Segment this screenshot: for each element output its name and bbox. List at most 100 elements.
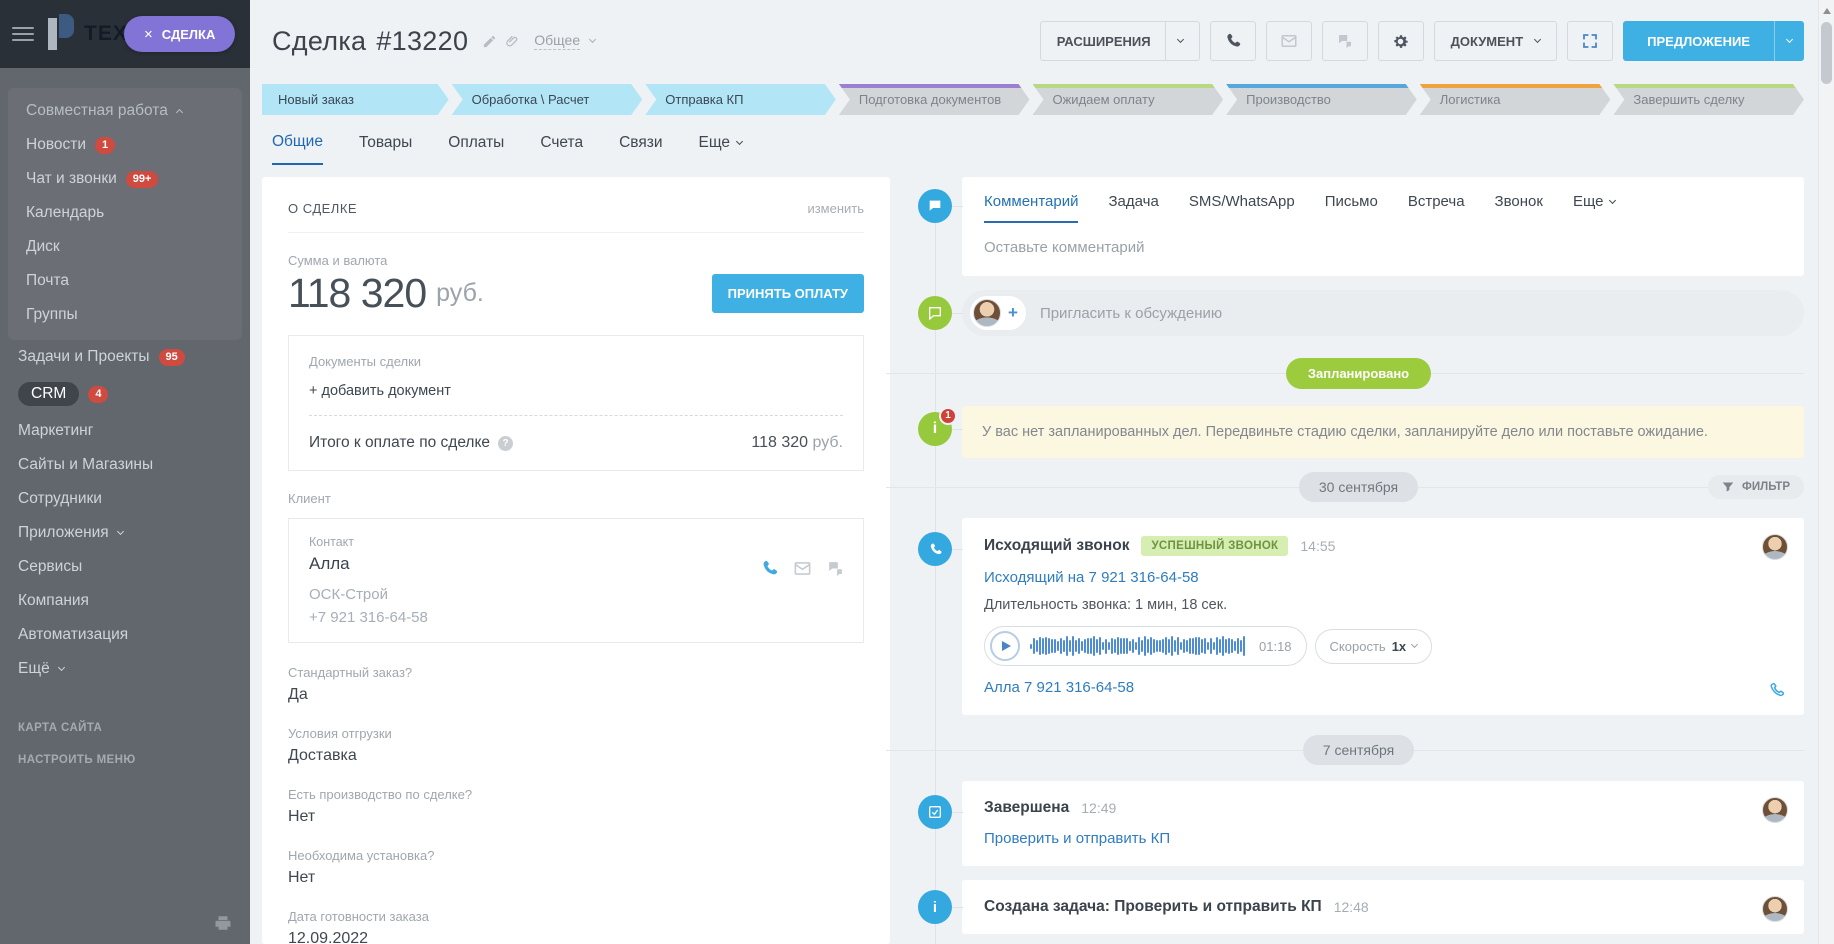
planned-pill[interactable]: Запланировано: [1286, 358, 1431, 389]
deal-tab-chip[interactable]: × СДЕЛКА: [124, 16, 235, 52]
tab-label: Звонок: [1495, 193, 1543, 210]
tab-comment[interactable]: Комментарий: [984, 193, 1078, 223]
phone-icon[interactable]: [760, 559, 779, 578]
sidebar-item-label: Автоматизация: [18, 626, 128, 644]
close-icon[interactable]: ×: [144, 26, 153, 43]
stage-new-order[interactable]: Новый заказ: [262, 84, 449, 115]
stage-production[interactable]: Производство: [1226, 84, 1417, 115]
call-button[interactable]: [1210, 21, 1256, 61]
tab-payments[interactable]: Оплаты: [448, 133, 504, 165]
call-contact-link[interactable]: Алла 7 921 316-64-58: [984, 679, 1134, 696]
sidebar-item-mail[interactable]: Почта: [8, 264, 242, 298]
extensions-dropdown[interactable]: [1165, 22, 1183, 60]
field-installation: Необходима установка? Нет: [288, 848, 864, 887]
paperclip-icon[interactable]: [505, 34, 520, 49]
sidebar-group-header[interactable]: Совместная работа: [8, 94, 242, 128]
tab-meeting[interactable]: Встреча: [1408, 193, 1465, 223]
sidebar-item-sites[interactable]: Сайты и Магазины: [0, 448, 250, 482]
sidebar-item-automation[interactable]: Автоматизация: [0, 618, 250, 652]
company-name[interactable]: ОСК-Строй: [309, 586, 843, 603]
deal-chip-label: СДЕЛКА: [162, 27, 216, 42]
playback-speed-control[interactable]: Скорость 1x: [1315, 629, 1433, 664]
stage-processing[interactable]: Обработка \ Расчет: [452, 84, 643, 115]
envelope-icon[interactable]: [793, 559, 812, 578]
settings-button[interactable]: [1378, 21, 1424, 61]
field-label: Стандартный заказ?: [288, 665, 864, 680]
field-value: 12.09.2022: [288, 930, 864, 944]
field-shipping-terms: Условия отгрузки Доставка: [288, 726, 864, 765]
stage-awaiting-payment[interactable]: Ожидаем оплату: [1033, 84, 1224, 115]
sitemap-link[interactable]: КАРТА САЙТА: [0, 712, 250, 744]
sidebar-item-employees[interactable]: Сотрудники: [0, 482, 250, 516]
avatar[interactable]: [1762, 896, 1788, 922]
avatar[interactable]: [973, 299, 1001, 327]
field-label: Условия отгрузки: [288, 726, 864, 741]
invite-to-discussion[interactable]: + Пригласить к обсуждению: [962, 290, 1804, 336]
sidebar-item-crm[interactable]: CRM4: [0, 374, 250, 414]
avatar[interactable]: [1762, 534, 1788, 560]
comment-input[interactable]: Оставьте комментарий: [984, 223, 1782, 276]
pipeline-scope-dropdown[interactable]: Общее: [534, 32, 580, 50]
stage-close-deal[interactable]: Завершить сделку: [1613, 84, 1804, 115]
chat-button[interactable]: [1322, 21, 1368, 61]
tab-more[interactable]: Еще: [698, 133, 742, 165]
sidebar-item-tasks[interactable]: Задачи и Проекты95: [0, 340, 250, 374]
document-label: ДОКУМЕНТ: [1451, 34, 1524, 49]
email-button[interactable]: [1266, 21, 1312, 61]
hamburger-menu-icon[interactable]: [12, 23, 34, 45]
call-outgoing-link[interactable]: Исходящий на 7 921 316-64-58: [984, 569, 1199, 586]
proposal-button[interactable]: ПРЕДЛОЖЕНИЕ: [1623, 21, 1804, 61]
sidebar-item-chat-calls[interactable]: Чат и звонки99+: [8, 162, 242, 196]
invite-avatar-chip[interactable]: +: [970, 296, 1026, 330]
sidebar-item-label: Приложения: [18, 524, 109, 542]
proposal-dropdown[interactable]: [1774, 21, 1804, 61]
task-link[interactable]: Проверить и отправить КП: [984, 830, 1170, 847]
sidebar-item-marketing[interactable]: Маркетинг: [0, 414, 250, 448]
chat-bubbles-icon[interactable]: [826, 559, 845, 578]
field-has-production: Есть производство по сделке? Нет: [288, 787, 864, 826]
printer-icon[interactable]: [214, 914, 232, 932]
fullscreen-button[interactable]: [1567, 21, 1613, 61]
deal-number: #13220: [376, 26, 468, 57]
tab-more[interactable]: Еще: [1573, 193, 1616, 223]
edit-pencil-icon[interactable]: [482, 34, 497, 49]
sidebar-item-news[interactable]: Новости1: [8, 128, 242, 162]
edit-link[interactable]: изменить: [807, 201, 864, 216]
tab-products[interactable]: Товары: [359, 133, 412, 165]
accept-payment-button[interactable]: ПРИНЯТЬ ОПЛАТУ: [712, 274, 864, 313]
tab-letter[interactable]: Письмо: [1325, 193, 1378, 223]
scrollbar[interactable]: [1818, 0, 1834, 944]
waveform[interactable]: [1030, 634, 1245, 658]
configure-menu-link[interactable]: НАСТРОИТЬ МЕНЮ: [0, 744, 250, 776]
document-button[interactable]: ДОКУМЕНТ: [1434, 21, 1558, 61]
sidebar-item-calendar[interactable]: Календарь: [8, 196, 242, 230]
tab-sms-whatsapp[interactable]: SMS/WhatsApp: [1189, 193, 1295, 223]
tab-links[interactable]: Связи: [619, 133, 662, 165]
tab-task[interactable]: Задача: [1108, 193, 1158, 223]
sidebar-item-more[interactable]: Ещё: [0, 652, 250, 686]
stage-docs[interactable]: Подготовка документов: [839, 84, 1030, 115]
extensions-button[interactable]: РАСШИРЕНИЯ: [1040, 21, 1200, 61]
tab-general[interactable]: Общие: [272, 133, 323, 165]
tab-call[interactable]: Звонок: [1495, 193, 1543, 223]
add-document-link[interactable]: + добавить документ: [309, 383, 843, 399]
sidebar-item-disk[interactable]: Диск: [8, 230, 242, 264]
tab-invoices[interactable]: Счета: [540, 133, 583, 165]
avatar[interactable]: [1762, 797, 1788, 823]
sidebar-item-company[interactable]: Компания: [0, 584, 250, 618]
help-icon[interactable]: ?: [498, 436, 513, 451]
stage-send-kp[interactable]: Отправка КП: [645, 84, 836, 115]
sidebar-item-services[interactable]: Сервисы: [0, 550, 250, 584]
tab-label: Еще: [698, 134, 730, 152]
sidebar-item-apps[interactable]: Приложения: [0, 516, 250, 550]
contact-phone[interactable]: +7 921 316-64-58: [309, 609, 843, 626]
chevron-down-icon: [117, 528, 124, 535]
stage-logistics[interactable]: Логистика: [1420, 84, 1611, 115]
filter-button[interactable]: ФИЛЬТР: [1708, 475, 1804, 499]
planned-divider: Запланировано: [913, 358, 1804, 388]
scrollbar-thumb[interactable]: [1821, 22, 1832, 84]
sidebar-item-groups[interactable]: Группы: [8, 298, 242, 332]
play-button[interactable]: [990, 631, 1020, 661]
scroll-up-arrow-icon[interactable]: [1823, 8, 1831, 14]
callback-phone-icon[interactable]: [1768, 681, 1786, 699]
